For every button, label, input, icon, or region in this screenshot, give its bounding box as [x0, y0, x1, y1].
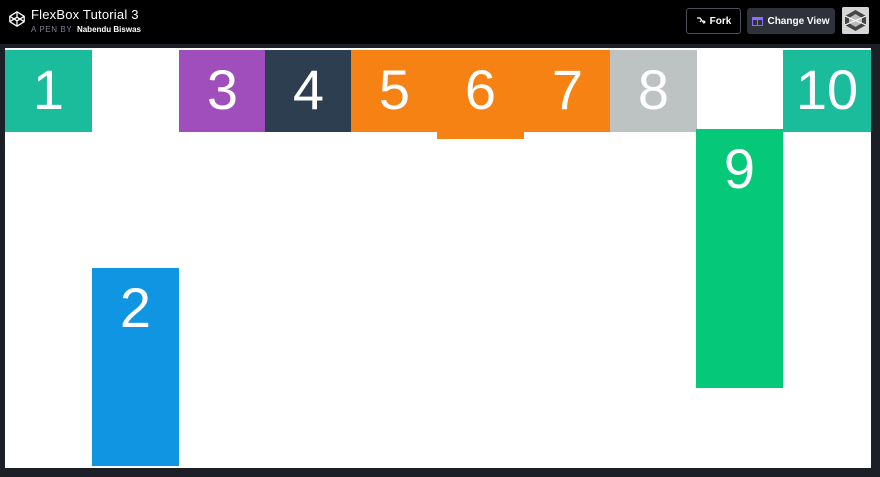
flex-box-5: 5	[351, 50, 438, 132]
flex-box-10: 10	[783, 50, 871, 132]
box-label: 5	[378, 58, 411, 121]
box-label: 2	[119, 276, 152, 339]
box-label: 1	[32, 58, 65, 121]
box-label: 6	[464, 58, 497, 121]
flex-box-4: 4	[265, 50, 352, 132]
change-view-label: Change View	[767, 15, 830, 27]
pen-title: FlexBox Tutorial 3	[31, 7, 139, 22]
box-label: 4	[292, 58, 325, 121]
flex-box-3: 3	[179, 50, 266, 132]
box-label: 3	[206, 58, 239, 121]
flex-box-6: 6	[437, 50, 524, 139]
flex-box-9: 9	[696, 129, 783, 388]
byline-prefix: A PEN BY	[31, 25, 73, 34]
layout-icon	[752, 16, 764, 26]
preview-stage: 1 2 3 4 5 6 7 8 9 10	[5, 48, 871, 468]
flex-box-1: 1	[5, 50, 92, 132]
codepen-logo-icon[interactable]	[8, 10, 26, 28]
avatar-image	[842, 7, 869, 34]
author-link[interactable]: Nabendu Biswas	[77, 25, 141, 34]
flex-box-8: 8	[610, 50, 697, 132]
editor-header: FlexBox Tutorial 3 A PEN BY Nabendu Bisw…	[0, 0, 880, 44]
flex-box-2: 2	[92, 268, 179, 466]
fork-icon	[696, 17, 706, 24]
box-label: 8	[637, 58, 670, 121]
pen-byline: A PEN BY Nabendu Biswas	[31, 25, 141, 34]
change-view-button[interactable]: Change View	[747, 8, 835, 34]
box-label: 10	[795, 58, 859, 121]
flex-box-7: 7	[524, 50, 611, 132]
box-label: 7	[551, 58, 584, 121]
user-avatar[interactable]	[842, 7, 869, 34]
fork-label: Fork	[709, 15, 732, 27]
box-label: 9	[723, 137, 756, 200]
fork-button[interactable]: Fork	[686, 8, 741, 34]
bottom-border	[0, 468, 880, 477]
